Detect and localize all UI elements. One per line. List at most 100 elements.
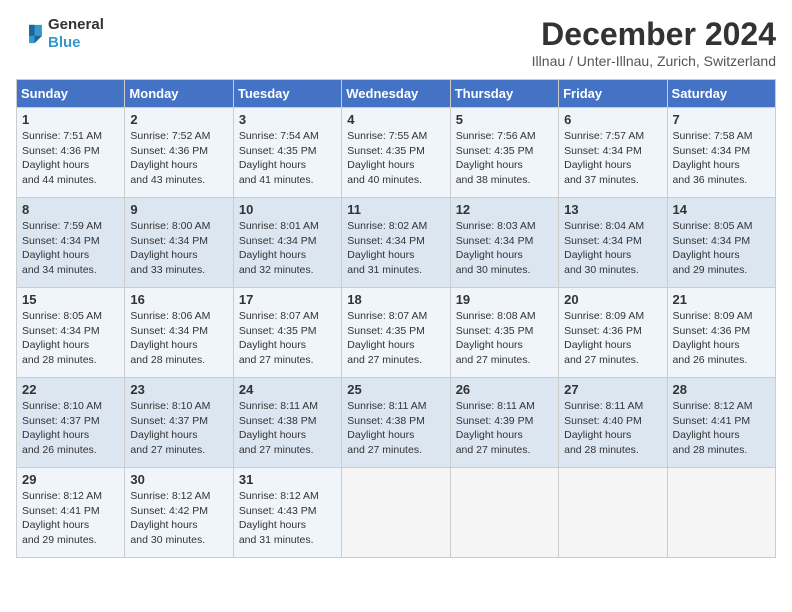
weekday-header-tuesday: Tuesday: [233, 80, 341, 108]
day-number: 23: [130, 382, 227, 397]
calendar-cell: 17 Sunrise: 8:07 AMSunset: 4:35 PMDaylig…: [233, 288, 341, 378]
day-detail: Sunrise: 8:02 AMSunset: 4:34 PMDaylight …: [347, 220, 427, 276]
day-number: 19: [456, 292, 553, 307]
calendar-week-4: 22 Sunrise: 8:10 AMSunset: 4:37 PMDaylig…: [17, 378, 776, 468]
day-detail: Sunrise: 8:06 AMSunset: 4:34 PMDaylight …: [130, 310, 210, 366]
weekday-header-friday: Friday: [559, 80, 667, 108]
calendar-cell: 19 Sunrise: 8:08 AMSunset: 4:35 PMDaylig…: [450, 288, 558, 378]
day-number: 31: [239, 472, 336, 487]
calendar-cell: 9 Sunrise: 8:00 AMSunset: 4:34 PMDayligh…: [125, 198, 233, 288]
day-detail: Sunrise: 8:11 AMSunset: 4:38 PMDaylight …: [347, 400, 426, 456]
calendar-cell: 31 Sunrise: 8:12 AMSunset: 4:43 PMDaylig…: [233, 468, 341, 558]
day-detail: Sunrise: 7:54 AMSunset: 4:35 PMDaylight …: [239, 130, 319, 186]
calendar-cell: 24 Sunrise: 8:11 AMSunset: 4:38 PMDaylig…: [233, 378, 341, 468]
calendar-cell: [342, 468, 450, 558]
location-subtitle: Illnau / Unter-Illnau, Zurich, Switzerla…: [532, 53, 776, 69]
calendar-cell: 20 Sunrise: 8:09 AMSunset: 4:36 PMDaylig…: [559, 288, 667, 378]
day-detail: Sunrise: 8:12 AMSunset: 4:41 PMDaylight …: [22, 490, 102, 546]
weekday-header-wednesday: Wednesday: [342, 80, 450, 108]
calendar-cell: 18 Sunrise: 8:07 AMSunset: 4:35 PMDaylig…: [342, 288, 450, 378]
day-number: 11: [347, 202, 444, 217]
weekday-header-thursday: Thursday: [450, 80, 558, 108]
day-number: 5: [456, 112, 553, 127]
calendar-cell: 3 Sunrise: 7:54 AMSunset: 4:35 PMDayligh…: [233, 108, 341, 198]
calendar-cell: 16 Sunrise: 8:06 AMSunset: 4:34 PMDaylig…: [125, 288, 233, 378]
calendar-cell: [559, 468, 667, 558]
day-number: 6: [564, 112, 661, 127]
weekday-header-sunday: Sunday: [17, 80, 125, 108]
day-number: 22: [22, 382, 119, 397]
calendar-cell: 27 Sunrise: 8:11 AMSunset: 4:40 PMDaylig…: [559, 378, 667, 468]
calendar-cell: [450, 468, 558, 558]
day-detail: Sunrise: 8:05 AMSunset: 4:34 PMDaylight …: [673, 220, 753, 276]
weekday-header-row: SundayMondayTuesdayWednesdayThursdayFrid…: [17, 80, 776, 108]
calendar-cell: 8 Sunrise: 7:59 AMSunset: 4:34 PMDayligh…: [17, 198, 125, 288]
day-detail: Sunrise: 8:11 AMSunset: 4:39 PMDaylight …: [456, 400, 535, 456]
day-number: 21: [673, 292, 770, 307]
day-number: 7: [673, 112, 770, 127]
day-detail: Sunrise: 8:12 AMSunset: 4:42 PMDaylight …: [130, 490, 210, 546]
day-detail: Sunrise: 8:07 AMSunset: 4:35 PMDaylight …: [239, 310, 319, 366]
day-number: 27: [564, 382, 661, 397]
day-detail: Sunrise: 8:08 AMSunset: 4:35 PMDaylight …: [456, 310, 536, 366]
day-number: 13: [564, 202, 661, 217]
day-detail: Sunrise: 8:04 AMSunset: 4:34 PMDaylight …: [564, 220, 644, 276]
calendar-cell: 25 Sunrise: 8:11 AMSunset: 4:38 PMDaylig…: [342, 378, 450, 468]
day-number: 10: [239, 202, 336, 217]
day-detail: Sunrise: 8:12 AMSunset: 4:43 PMDaylight …: [239, 490, 319, 546]
day-number: 1: [22, 112, 119, 127]
calendar-cell: 29 Sunrise: 8:12 AMSunset: 4:41 PMDaylig…: [17, 468, 125, 558]
day-detail: Sunrise: 7:57 AMSunset: 4:34 PMDaylight …: [564, 130, 644, 186]
calendar-cell: 15 Sunrise: 8:05 AMSunset: 4:34 PMDaylig…: [17, 288, 125, 378]
calendar-cell: 6 Sunrise: 7:57 AMSunset: 4:34 PMDayligh…: [559, 108, 667, 198]
weekday-header-monday: Monday: [125, 80, 233, 108]
calendar-cell: 1 Sunrise: 7:51 AMSunset: 4:36 PMDayligh…: [17, 108, 125, 198]
title-block: December 2024 Illnau / Unter-Illnau, Zur…: [532, 16, 776, 69]
day-detail: Sunrise: 8:10 AMSunset: 4:37 PMDaylight …: [130, 400, 210, 456]
calendar-table: SundayMondayTuesdayWednesdayThursdayFrid…: [16, 79, 776, 558]
calendar-cell: 23 Sunrise: 8:10 AMSunset: 4:37 PMDaylig…: [125, 378, 233, 468]
calendar-cell: 28 Sunrise: 8:12 AMSunset: 4:41 PMDaylig…: [667, 378, 775, 468]
day-number: 26: [456, 382, 553, 397]
calendar-week-1: 1 Sunrise: 7:51 AMSunset: 4:36 PMDayligh…: [17, 108, 776, 198]
calendar-cell: [667, 468, 775, 558]
day-number: 28: [673, 382, 770, 397]
day-detail: Sunrise: 8:12 AMSunset: 4:41 PMDaylight …: [673, 400, 753, 456]
day-number: 3: [239, 112, 336, 127]
day-detail: Sunrise: 8:00 AMSunset: 4:34 PMDaylight …: [130, 220, 210, 276]
calendar-cell: 30 Sunrise: 8:12 AMSunset: 4:42 PMDaylig…: [125, 468, 233, 558]
day-detail: Sunrise: 8:09 AMSunset: 4:36 PMDaylight …: [673, 310, 753, 366]
day-detail: Sunrise: 8:03 AMSunset: 4:34 PMDaylight …: [456, 220, 536, 276]
calendar-cell: 10 Sunrise: 8:01 AMSunset: 4:34 PMDaylig…: [233, 198, 341, 288]
day-detail: Sunrise: 8:09 AMSunset: 4:36 PMDaylight …: [564, 310, 644, 366]
calendar-cell: 26 Sunrise: 8:11 AMSunset: 4:39 PMDaylig…: [450, 378, 558, 468]
day-number: 30: [130, 472, 227, 487]
day-detail: Sunrise: 8:01 AMSunset: 4:34 PMDaylight …: [239, 220, 319, 276]
day-number: 4: [347, 112, 444, 127]
logo-text-blue: Blue: [48, 34, 81, 51]
day-number: 16: [130, 292, 227, 307]
day-number: 17: [239, 292, 336, 307]
calendar-cell: 7 Sunrise: 7:58 AMSunset: 4:34 PMDayligh…: [667, 108, 775, 198]
day-number: 25: [347, 382, 444, 397]
calendar-cell: 21 Sunrise: 8:09 AMSunset: 4:36 PMDaylig…: [667, 288, 775, 378]
day-number: 2: [130, 112, 227, 127]
logo-text-general: General: [48, 16, 104, 33]
calendar-week-2: 8 Sunrise: 7:59 AMSunset: 4:34 PMDayligh…: [17, 198, 776, 288]
day-detail: Sunrise: 8:11 AMSunset: 4:40 PMDaylight …: [564, 400, 643, 456]
day-detail: Sunrise: 7:51 AMSunset: 4:36 PMDaylight …: [22, 130, 102, 186]
day-detail: Sunrise: 7:58 AMSunset: 4:34 PMDaylight …: [673, 130, 753, 186]
day-number: 8: [22, 202, 119, 217]
day-detail: Sunrise: 8:10 AMSunset: 4:37 PMDaylight …: [22, 400, 102, 456]
calendar-cell: 4 Sunrise: 7:55 AMSunset: 4:35 PMDayligh…: [342, 108, 450, 198]
calendar-cell: 11 Sunrise: 8:02 AMSunset: 4:34 PMDaylig…: [342, 198, 450, 288]
day-number: 20: [564, 292, 661, 307]
day-number: 18: [347, 292, 444, 307]
day-detail: Sunrise: 7:52 AMSunset: 4:36 PMDaylight …: [130, 130, 210, 186]
day-number: 29: [22, 472, 119, 487]
weekday-header-saturday: Saturday: [667, 80, 775, 108]
day-detail: Sunrise: 8:11 AMSunset: 4:38 PMDaylight …: [239, 400, 318, 456]
month-title: December 2024: [532, 16, 776, 53]
day-detail: Sunrise: 7:55 AMSunset: 4:35 PMDaylight …: [347, 130, 427, 186]
logo: General Blue: [16, 16, 104, 52]
